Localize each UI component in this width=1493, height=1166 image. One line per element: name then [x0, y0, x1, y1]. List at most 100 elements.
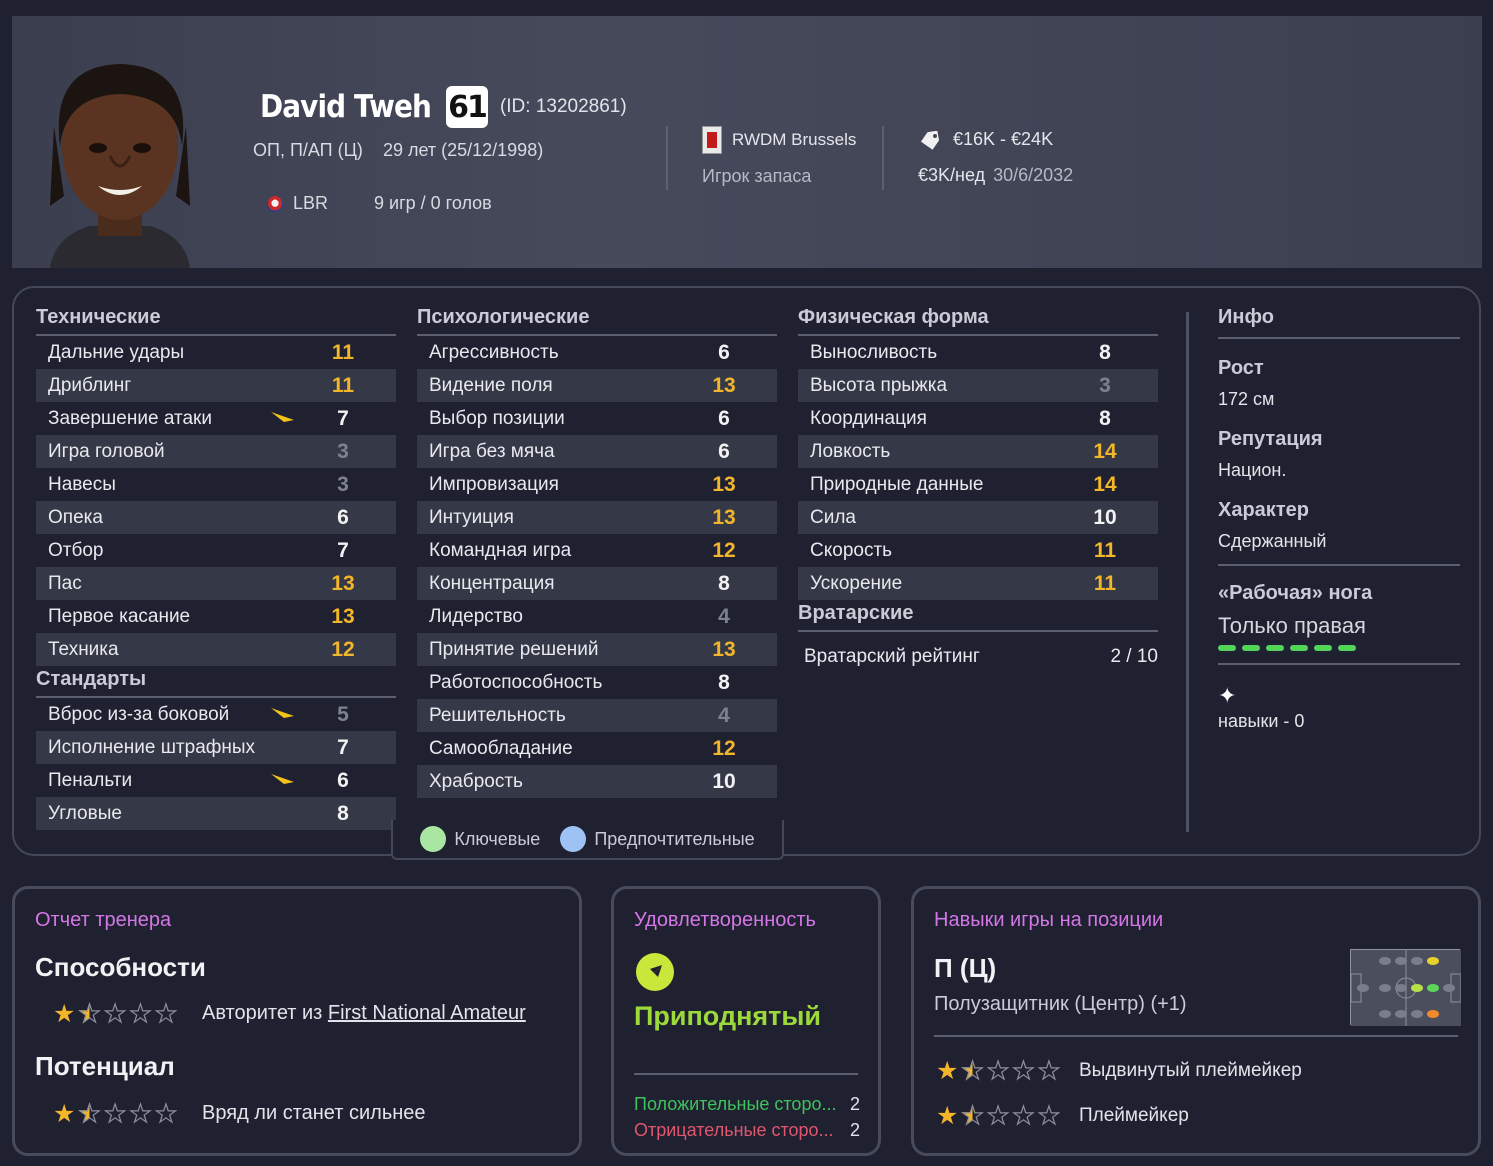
- attribute-label: Игра головой: [48, 440, 165, 462]
- star-icon: ★: [154, 1000, 178, 1028]
- attribute-row[interactable]: Концентрация 8: [417, 567, 777, 600]
- attribute-row[interactable]: Исполнение штрафных 7: [36, 731, 396, 764]
- attribute-label: Принятие решений: [429, 638, 599, 660]
- attribute-value: 13: [712, 505, 736, 529]
- attribute-row[interactable]: Интуиция 13: [417, 501, 777, 534]
- squad-status: Игрок запаса: [702, 166, 812, 186]
- attribute-row[interactable]: Храбрость 10: [417, 765, 777, 798]
- skills-count[interactable]: навыки - 0: [1218, 711, 1460, 732]
- morale-card[interactable]: Удовлетворенность Приподнятый Положитель…: [611, 886, 881, 1156]
- star-icon: ★: [936, 1102, 959, 1130]
- attribute-row[interactable]: Выносливость 8: [798, 336, 1158, 369]
- star-icon: ★: [1012, 1057, 1036, 1085]
- potential-label: Потенциал: [35, 1051, 175, 1081]
- attribute-value: 6: [718, 406, 730, 430]
- attribute-label: Видение поля: [429, 374, 553, 396]
- personality-value: Сдержанный: [1218, 531, 1327, 551]
- nation-code[interactable]: LBR: [293, 193, 328, 214]
- attribute-value: 6: [337, 768, 349, 792]
- attribute-label: Агрессивность: [429, 341, 559, 363]
- attribute-row[interactable]: Координация 8: [798, 402, 1158, 435]
- star-icon: ★: [129, 1100, 153, 1128]
- attribute-row[interactable]: Игра головой 3: [36, 435, 396, 468]
- attribute-value: 7: [337, 538, 349, 562]
- attribute-label: Самообладание: [429, 737, 573, 759]
- reputation-label: Репутация: [1218, 428, 1323, 450]
- attribute-row[interactable]: Работоспособность 8: [417, 666, 777, 699]
- negative-factors[interactable]: Отрицательные сторо... 2: [634, 1120, 860, 1141]
- attribute-value: 12: [331, 637, 355, 661]
- attribute-row[interactable]: Импровизация 13: [417, 468, 777, 501]
- attribute-row[interactable]: Угловые 8: [36, 797, 396, 830]
- attribute-value: 8: [337, 801, 349, 825]
- club-name[interactable]: RWDM Brussels: [732, 130, 856, 150]
- ability-text: Авторитет из First National Amateur: [202, 1002, 526, 1024]
- star-icon: ★: [103, 1100, 127, 1128]
- role-name[interactable]: Выдвинутый плеймейкер: [1079, 1060, 1302, 1082]
- player-age: 29 лет (25/12/1998): [382, 140, 544, 160]
- divider: [666, 126, 668, 190]
- attribute-row[interactable]: Решительность 4: [417, 699, 777, 732]
- attribute-row[interactable]: Выбор позиции 6: [417, 402, 777, 435]
- attribute-row[interactable]: Принятие решений 13: [417, 633, 777, 666]
- attribute-row[interactable]: Отбор 7: [36, 534, 396, 567]
- attribute-row[interactable]: Высота прыжка 3: [798, 369, 1158, 402]
- transfer-value: €16K - €24K: [953, 129, 1054, 149]
- attribute-row[interactable]: Первое касание 13: [36, 600, 396, 633]
- star-icon: ★: [53, 1000, 76, 1028]
- potential-stars: ★ ★ ★ ★ ★: [53, 1100, 178, 1128]
- attribute-row[interactable]: Самообладание 12: [417, 732, 777, 765]
- attribute-row[interactable]: Агрессивность 6: [417, 336, 777, 369]
- star-icon: ★: [1037, 1057, 1061, 1085]
- attribute-row[interactable]: Дриблинг 11: [36, 369, 396, 402]
- player-positions: ОП, П/АП (Ц): [253, 140, 363, 160]
- role-stars: ★ ★ ★ ★ ★: [936, 1057, 1061, 1085]
- attribute-row[interactable]: Видение поля 13: [417, 369, 777, 402]
- attribute-label: Техника: [48, 638, 119, 660]
- attribute-row[interactable]: Пас 13: [36, 567, 396, 600]
- attribute-value: 3: [337, 439, 349, 463]
- attribute-row[interactable]: Ускорение 11: [798, 567, 1158, 600]
- attribute-value: 6: [337, 505, 349, 529]
- attribute-value: 11: [1093, 538, 1117, 562]
- attribute-row[interactable]: Сила 10: [798, 501, 1158, 534]
- attribute-row[interactable]: Техника 12: [36, 633, 396, 666]
- attribute-label: Импровизация: [429, 473, 559, 495]
- attribute-row[interactable]: Природные данные 14: [798, 468, 1158, 501]
- trend-arrow-icon: [271, 412, 294, 422]
- attribute-label: Пас: [48, 572, 82, 594]
- attribute-row[interactable]: Скорость 11: [798, 534, 1158, 567]
- height-label: Рост: [1218, 357, 1264, 379]
- attribute-row[interactable]: Лидерство 4: [417, 600, 777, 633]
- star-icon: ★: [986, 1102, 1010, 1130]
- attribute-row[interactable]: Ловкость 14: [798, 435, 1158, 468]
- attribute-row[interactable]: Пенальти 6: [36, 764, 396, 797]
- star-icon: ★: [936, 1057, 959, 1085]
- star-icon: ★: [1012, 1102, 1036, 1130]
- position-pitch-map[interactable]: [1350, 949, 1462, 1026]
- attribute-row[interactable]: Навесы 3: [36, 468, 396, 501]
- attribute-label: Ловкость: [810, 440, 891, 462]
- preferred-attr-dot-icon: [560, 826, 587, 852]
- attribute-row[interactable]: Завершение атаки 7: [36, 402, 396, 435]
- positive-factors[interactable]: Положительные сторо... 2: [634, 1094, 860, 1115]
- league-link[interactable]: First National Amateur: [328, 1002, 526, 1024]
- attribute-row[interactable]: Опека 6: [36, 501, 396, 534]
- attribute-row[interactable]: Командная игра 12: [417, 534, 777, 567]
- attribute-label: Выбор позиции: [429, 407, 565, 429]
- morale-arrow-icon: [636, 953, 674, 991]
- divider: [1218, 663, 1460, 665]
- attribute-row[interactable]: Дальние удары 11: [36, 336, 396, 369]
- attribute-label: Высота прыжка: [810, 374, 948, 396]
- goalkeeping-title: Вратарские: [798, 602, 1158, 632]
- attribute-row[interactable]: Игра без мяча 6: [417, 435, 777, 468]
- attribute-label: Опека: [48, 506, 103, 528]
- attribute-row[interactable]: Вброс из-за боковой 5: [36, 698, 396, 731]
- divider: [882, 126, 884, 190]
- coach-report-card[interactable]: Отчет тренера Способности ★ ★ ★ ★ ★ Авторите…: [12, 886, 582, 1156]
- position-skills-card[interactable]: Навыки игры на позиции П (Ц) Полузащитни…: [911, 886, 1481, 1156]
- attribute-label: Командная игра: [429, 539, 572, 561]
- attribute-value: 10: [712, 769, 736, 793]
- mental-column: Психологические Агрессивность 6 Видение по…: [417, 306, 777, 798]
- role-name[interactable]: Плеймейкер: [1079, 1105, 1189, 1127]
